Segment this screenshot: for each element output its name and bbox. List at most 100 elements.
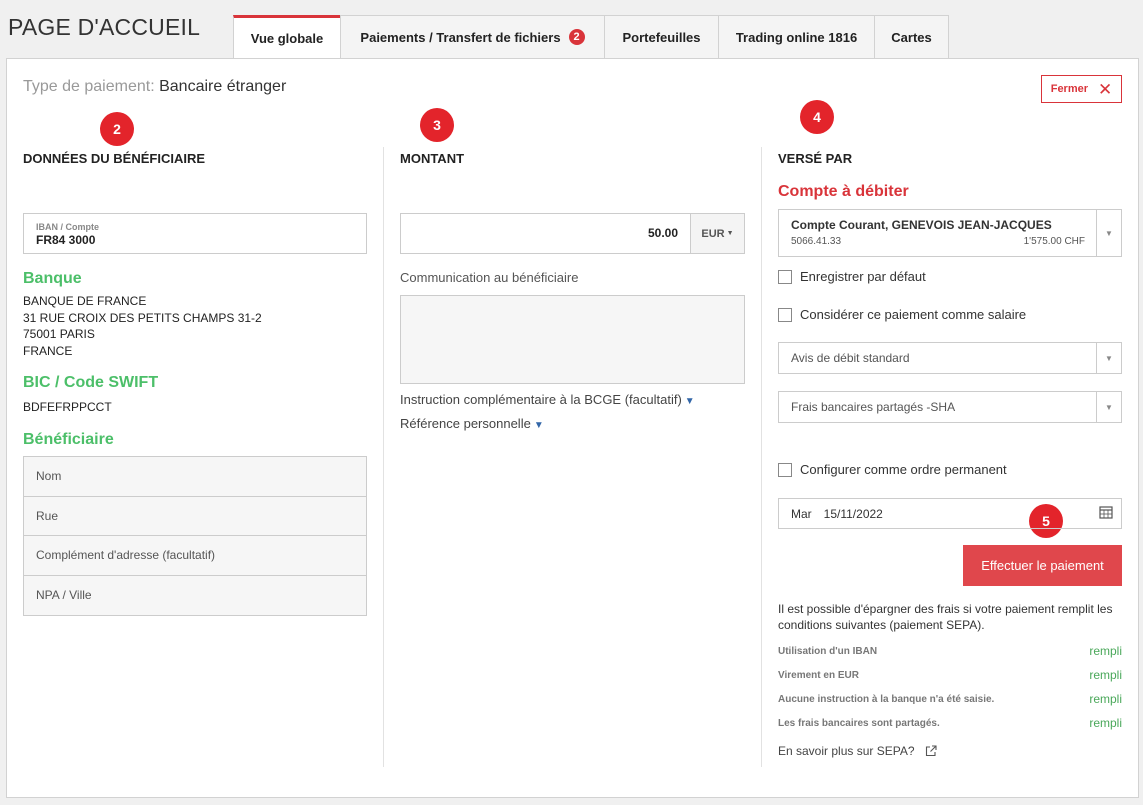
close-icon: ✕ bbox=[1098, 79, 1113, 99]
reference-link-label: Référence personnelle bbox=[400, 416, 531, 431]
condition-label: Utilisation d'un IBAN bbox=[778, 646, 878, 657]
account-balance: 1'575.00 CHF bbox=[1023, 236, 1085, 247]
zip-city-placeholder: NPA / Ville bbox=[36, 588, 92, 603]
payment-panel: Type de paiement: Bancaire étranger Ferm… bbox=[6, 58, 1139, 798]
sepa-info-link[interactable]: En savoir plus sur SEPA? bbox=[778, 744, 937, 758]
checkbox-icon bbox=[778, 307, 792, 322]
payment-type: Type de paiement: Bancaire étranger bbox=[23, 78, 286, 96]
condition-label: Aucune instruction à la banque n'a été s… bbox=[778, 694, 995, 705]
street-field[interactable]: Rue bbox=[24, 496, 366, 536]
chevron-down-icon: ▼ bbox=[533, 420, 544, 431]
page-title: PAGE D'ACCUEIL bbox=[8, 14, 201, 40]
name-field[interactable]: Nom bbox=[24, 457, 366, 497]
sepa-condition: Virement en EUR rempli bbox=[778, 668, 1122, 682]
fees-select[interactable]: Frais bancaires partagés -SHA ▼ bbox=[778, 391, 1122, 423]
caret-down-icon: ▼ bbox=[1096, 392, 1121, 422]
checkbox-icon bbox=[778, 269, 792, 284]
condition-label: Les frais bancaires sont partagés. bbox=[778, 718, 940, 729]
chevron-down-icon: ▼ bbox=[684, 396, 695, 407]
condition-label: Virement en EUR bbox=[778, 670, 859, 681]
column-divider bbox=[761, 147, 762, 767]
step-marker-4: 4 bbox=[800, 100, 834, 134]
payment-type-value: Bancaire étranger bbox=[159, 78, 287, 95]
condition-status: rempli bbox=[1089, 644, 1122, 658]
beneficiary-heading: DONNÉES DU BÉNÉFICIAIRE bbox=[23, 151, 206, 166]
zip-city-field[interactable]: NPA / Ville bbox=[24, 575, 366, 615]
caret-down-icon: ▼ bbox=[1096, 210, 1121, 256]
debit-notice-value: Avis de débit standard bbox=[791, 351, 910, 365]
tab-label: Portefeuilles bbox=[622, 29, 701, 45]
caret-down-icon: ▼ bbox=[1096, 343, 1121, 373]
bank-address-line: BANQUE DE FRANCE bbox=[23, 294, 147, 308]
condition-status: rempli bbox=[1089, 668, 1122, 682]
execution-date-field[interactable]: Mar 15/11/2022 bbox=[778, 498, 1122, 529]
tab-label: Trading online 1816 bbox=[735, 29, 858, 45]
bic-heading: BIC / Code SWIFT bbox=[23, 374, 159, 391]
calendar-icon[interactable] bbox=[1099, 505, 1113, 522]
communication-label: Communication au bénéficiaire bbox=[400, 270, 579, 285]
tab-label: Paiements / Transfert de fichiers bbox=[360, 29, 561, 45]
address-complement-field[interactable]: Complément d'adresse (facultatif) bbox=[24, 536, 366, 576]
iban-field[interactable]: IBAN / Compte FR84 3000 bbox=[23, 213, 367, 254]
debit-account-heading: Compte à débiter bbox=[778, 183, 909, 200]
sepa-condition: Utilisation d'un IBAN rempli bbox=[778, 644, 1122, 658]
street-placeholder: Rue bbox=[36, 508, 59, 523]
currency-value: EUR bbox=[701, 227, 725, 240]
tab-cartes[interactable]: Cartes bbox=[874, 15, 949, 58]
checkbox-icon bbox=[778, 462, 792, 477]
iban-value: FR84 3000 bbox=[36, 233, 96, 247]
salary-checkbox[interactable]: Considérer ce paiement comme salaire bbox=[778, 307, 1026, 322]
sepa-condition: Les frais bancaires sont partagés. rempli bbox=[778, 716, 1122, 730]
bank-address-line: 31 RUE CROIX DES PETITS CHAMPS 31-2 bbox=[23, 310, 262, 325]
condition-status: rempli bbox=[1089, 716, 1122, 730]
beneficiary-subheading: Bénéficiaire bbox=[23, 431, 114, 448]
standing-order-checkbox[interactable]: Configurer comme ordre permanent bbox=[778, 462, 1007, 477]
instruction-link[interactable]: Instruction complémentaire à la BCGE (fa… bbox=[400, 392, 695, 407]
name-placeholder: Nom bbox=[36, 469, 62, 484]
sepa-link-label: En savoir plus sur SEPA? bbox=[778, 744, 915, 758]
sepa-info-text: Il est possible d'épargner des frais si … bbox=[778, 602, 1113, 632]
tab-vue-globale[interactable]: Vue globale bbox=[233, 15, 341, 59]
tab-trading[interactable]: Trading online 1816 bbox=[718, 15, 875, 58]
close-label: Fermer bbox=[1050, 83, 1089, 95]
external-link-icon bbox=[925, 745, 937, 757]
account-number: 5066.41.33 bbox=[791, 236, 842, 247]
iban-label: IBAN / Compte bbox=[36, 222, 99, 232]
main-tabs: Vue globale Paiements / Transfert de fic… bbox=[233, 15, 949, 59]
salary-label: Considérer ce paiement comme salaire bbox=[800, 307, 1027, 322]
amount-input[interactable]: 50.00 bbox=[401, 214, 690, 253]
debit-notice-select[interactable]: Avis de débit standard ▼ bbox=[778, 342, 1122, 374]
amount-heading: MONTANT bbox=[400, 151, 465, 166]
address-complement-placeholder: Complément d'adresse (facultatif) bbox=[36, 548, 216, 563]
instruction-link-label: Instruction complémentaire à la BCGE (fa… bbox=[400, 392, 682, 407]
fees-value: Frais bancaires partagés -SHA bbox=[791, 400, 956, 414]
caret-down-icon: ▼ bbox=[726, 230, 734, 237]
standing-order-label: Configurer comme ordre permanent bbox=[800, 462, 1007, 477]
save-default-label: Enregistrer par défaut bbox=[800, 269, 926, 284]
date-day: Mar bbox=[791, 506, 812, 521]
beneficiary-fields: Nom Rue Complément d'adresse (facultatif… bbox=[23, 456, 367, 616]
condition-status: rempli bbox=[1089, 692, 1122, 706]
tab-portefeuilles[interactable]: Portefeuilles bbox=[604, 15, 719, 58]
submit-payment-button[interactable]: Effectuer le paiement bbox=[963, 545, 1122, 586]
bic-value: BDFEFRPPCCT bbox=[23, 400, 112, 414]
bank-heading: Banque bbox=[23, 270, 82, 287]
step-marker-3: 3 bbox=[420, 108, 454, 142]
debit-account-select[interactable]: Compte Courant, GENEVOIS JEAN-JACQUES 50… bbox=[778, 209, 1122, 257]
amount-field: 50.00 EUR ▼ bbox=[400, 213, 745, 254]
step-marker-2: 2 bbox=[100, 112, 134, 146]
close-button[interactable]: Fermer ✕ bbox=[1041, 75, 1122, 103]
save-default-checkbox[interactable]: Enregistrer par défaut bbox=[778, 269, 926, 284]
bank-address-line: FRANCE bbox=[23, 343, 73, 358]
currency-select[interactable]: EUR ▼ bbox=[690, 214, 744, 253]
payment-type-label: Type de paiement: bbox=[23, 78, 155, 95]
bank-address: BANQUE DE FRANCE 31 RUE CROIX DES PETITS… bbox=[23, 293, 262, 359]
tab-paiements[interactable]: Paiements / Transfert de fichiers 2 bbox=[340, 15, 605, 58]
notification-badge: 2 bbox=[568, 29, 585, 45]
date-value: 15/11/2022 bbox=[823, 506, 883, 521]
bank-address-line: 75001 PARIS bbox=[23, 327, 95, 341]
sepa-condition: Aucune instruction à la banque n'a été s… bbox=[778, 692, 1122, 706]
tab-label: Cartes bbox=[891, 29, 932, 45]
communication-textarea[interactable] bbox=[400, 295, 745, 384]
reference-link[interactable]: Référence personnelle ▼ bbox=[400, 416, 544, 431]
